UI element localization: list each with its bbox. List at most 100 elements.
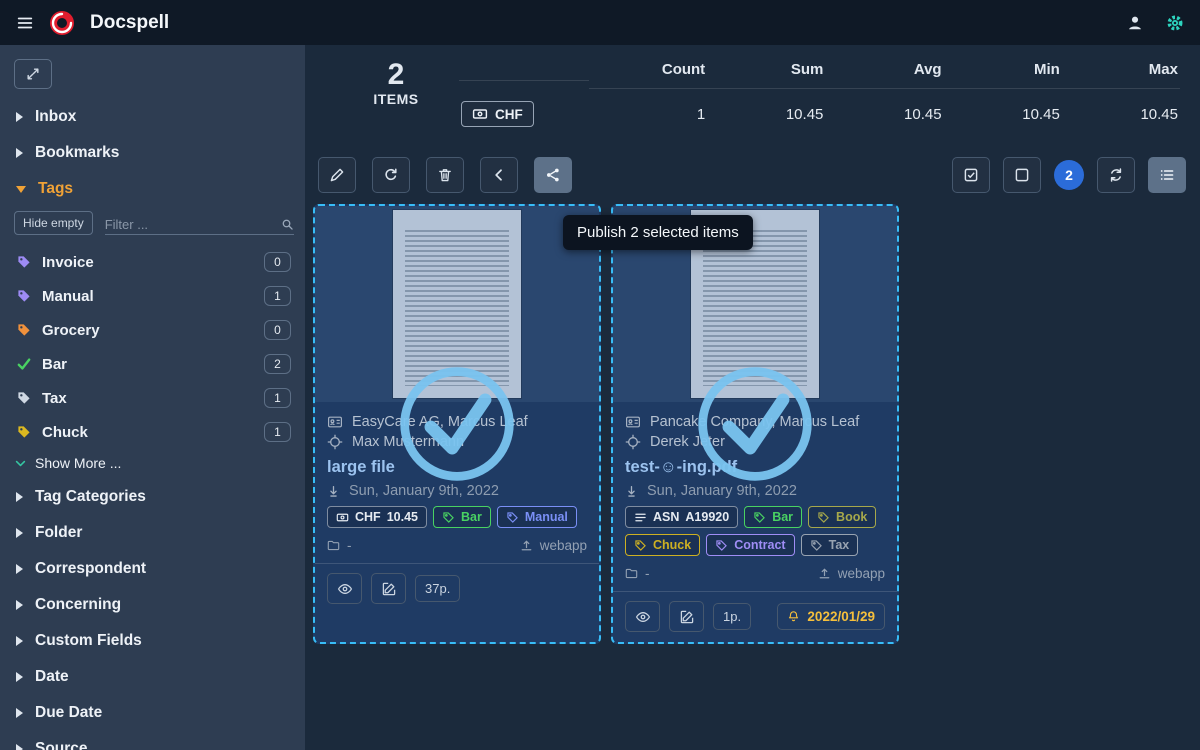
list-view-button[interactable]	[1148, 157, 1186, 193]
select-all-button[interactable]	[952, 157, 990, 193]
edit-icon	[679, 609, 695, 625]
item-date-row: Sun, January 9th, 2022	[625, 483, 885, 499]
check-icon	[16, 356, 32, 372]
tag-badge-contract[interactable]: Contract	[706, 534, 794, 556]
tag-icon	[715, 539, 728, 552]
tag-icon	[16, 322, 32, 338]
sidebar-item-correspondent[interactable]: Correspondent	[0, 551, 305, 587]
concerning-name: Max Mustermann	[352, 434, 464, 450]
tag-row-tax[interactable]: Tax 1	[0, 381, 305, 415]
edit-item-button[interactable]	[371, 573, 406, 604]
document-preview	[315, 206, 599, 402]
source-value: webapp	[838, 566, 885, 581]
stats-value-min: 10.45	[944, 94, 1062, 127]
tag-row-grocery[interactable]: Grocery 0	[0, 313, 305, 347]
badge-row: CHF10.45 Bar Manual	[327, 506, 587, 528]
tag-row-chuck[interactable]: Chuck 1	[0, 415, 305, 449]
chevron-right-icon	[16, 564, 23, 574]
view-item-button[interactable]	[327, 573, 362, 604]
card-actions: 37p.	[315, 563, 599, 614]
edit-item-button[interactable]	[669, 601, 704, 632]
tag-badge-book[interactable]: Book	[808, 506, 876, 528]
item-card-large-file[interactable]: EasyCare AG, Marcus Leaf Max Mustermann …	[313, 204, 601, 644]
id-card-icon	[327, 414, 343, 430]
sidebar-item-tags[interactable]: Tags	[0, 171, 305, 207]
tag-icon	[16, 288, 32, 304]
sidebar-item-label: Source	[35, 740, 88, 750]
currency-cell: CHF	[459, 89, 589, 131]
stats-value-count: 1	[589, 94, 707, 127]
sidebar-item-label: Due Date	[35, 704, 102, 722]
items-count-block: 2 ITEMS	[367, 59, 425, 107]
date-icon	[625, 485, 638, 498]
top-navbar: Docspell	[0, 0, 1200, 45]
sidebar: Inbox Bookmarks Tags Hide empty Invoice …	[0, 45, 305, 750]
sidebar-item-custom-fields[interactable]: Custom Fields	[0, 623, 305, 659]
list-lines-icon	[634, 511, 647, 524]
chevron-right-icon	[16, 492, 23, 502]
deselect-all-button[interactable]	[1003, 157, 1041, 193]
edit-icon	[381, 581, 397, 597]
edit-selected-button[interactable]	[318, 157, 356, 193]
tag-badge-chuck[interactable]: Chuck	[625, 534, 700, 556]
reprocess-icon-button[interactable]	[372, 157, 410, 193]
search-icon	[281, 218, 294, 231]
gear-icon[interactable]	[1166, 14, 1184, 32]
stats-header-sum: Sum	[707, 57, 825, 89]
sidebar-item-source[interactable]: Source	[0, 731, 305, 750]
delete-selected-button[interactable]	[426, 157, 464, 193]
asn-badge: ASNA19920	[625, 506, 738, 528]
eye-icon	[635, 609, 651, 625]
bell-icon	[787, 610, 800, 623]
upload-icon	[818, 567, 831, 580]
tag-filter-input[interactable]	[105, 217, 281, 232]
stats-header-min: Min	[944, 57, 1062, 89]
user-icon[interactable]	[1126, 14, 1144, 32]
tag-row-bar[interactable]: Bar 2	[0, 347, 305, 381]
sidebar-item-inbox[interactable]: Inbox	[0, 99, 305, 135]
person-icon	[327, 434, 343, 450]
tag-badge-manual[interactable]: Manual	[497, 506, 577, 528]
sidebar-item-concerning[interactable]: Concerning	[0, 587, 305, 623]
banknote-icon	[472, 106, 488, 122]
source-cell: webapp	[520, 538, 587, 553]
folder-cell: -	[327, 538, 352, 553]
sidebar-item-tag-categories[interactable]: Tag Categories	[0, 479, 305, 515]
sidebar-item-due-date[interactable]: Due Date	[0, 695, 305, 731]
sidebar-item-date[interactable]: Date	[0, 659, 305, 695]
selected-count-badge: 2	[1054, 160, 1084, 190]
stats-header-avg: Avg	[825, 57, 943, 89]
tag-badge-bar[interactable]: Bar	[744, 506, 802, 528]
sidebar-item-bookmarks[interactable]: Bookmarks	[0, 135, 305, 171]
item-title[interactable]: test-☺-ing.pdf	[625, 458, 885, 477]
correspondent-name: Pancake Company, Marcus Leaf	[650, 414, 859, 430]
tag-row-invoice[interactable]: Invoice 0	[0, 245, 305, 279]
sidebar-item-label: Concerning	[35, 596, 121, 614]
share-publish-button[interactable]	[534, 157, 572, 193]
tag-badge-bar[interactable]: Bar	[433, 506, 491, 528]
chevron-down-icon	[16, 186, 26, 193]
sidebar-item-folder[interactable]: Folder	[0, 515, 305, 551]
hide-empty-button[interactable]: Hide empty	[14, 211, 93, 235]
menu-icon[interactable]	[16, 14, 34, 32]
tag-count-badge: 0	[264, 320, 291, 340]
multi-select-toolbar: 2	[305, 131, 1200, 193]
tag-row-manual[interactable]: Manual 1	[0, 279, 305, 313]
view-item-button[interactable]	[625, 601, 660, 632]
expand-sidebar-button[interactable]	[14, 59, 52, 89]
item-card-test-pdf[interactable]: Pancake Company, Marcus Leaf Derek Jeter…	[611, 204, 899, 644]
due-date-badge: 2022/01/29	[777, 603, 885, 630]
item-date: Sun, January 9th, 2022	[349, 483, 499, 499]
back-button[interactable]	[480, 157, 518, 193]
tag-icon	[16, 390, 32, 406]
person-icon	[625, 434, 641, 450]
items-count: 2	[367, 59, 425, 91]
invert-selection-button[interactable]	[1097, 157, 1135, 193]
tag-badge-tax[interactable]: Tax	[801, 534, 859, 556]
stats-summary: 2 ITEMS Count Sum Avg Min Max CHF 1 10.4…	[305, 45, 1200, 131]
show-more-link[interactable]: Show More ...	[0, 449, 305, 479]
source-cell: webapp	[818, 566, 885, 581]
tag-count-badge: 0	[264, 252, 291, 272]
item-title[interactable]: large file	[327, 458, 587, 477]
date-icon	[327, 485, 340, 498]
